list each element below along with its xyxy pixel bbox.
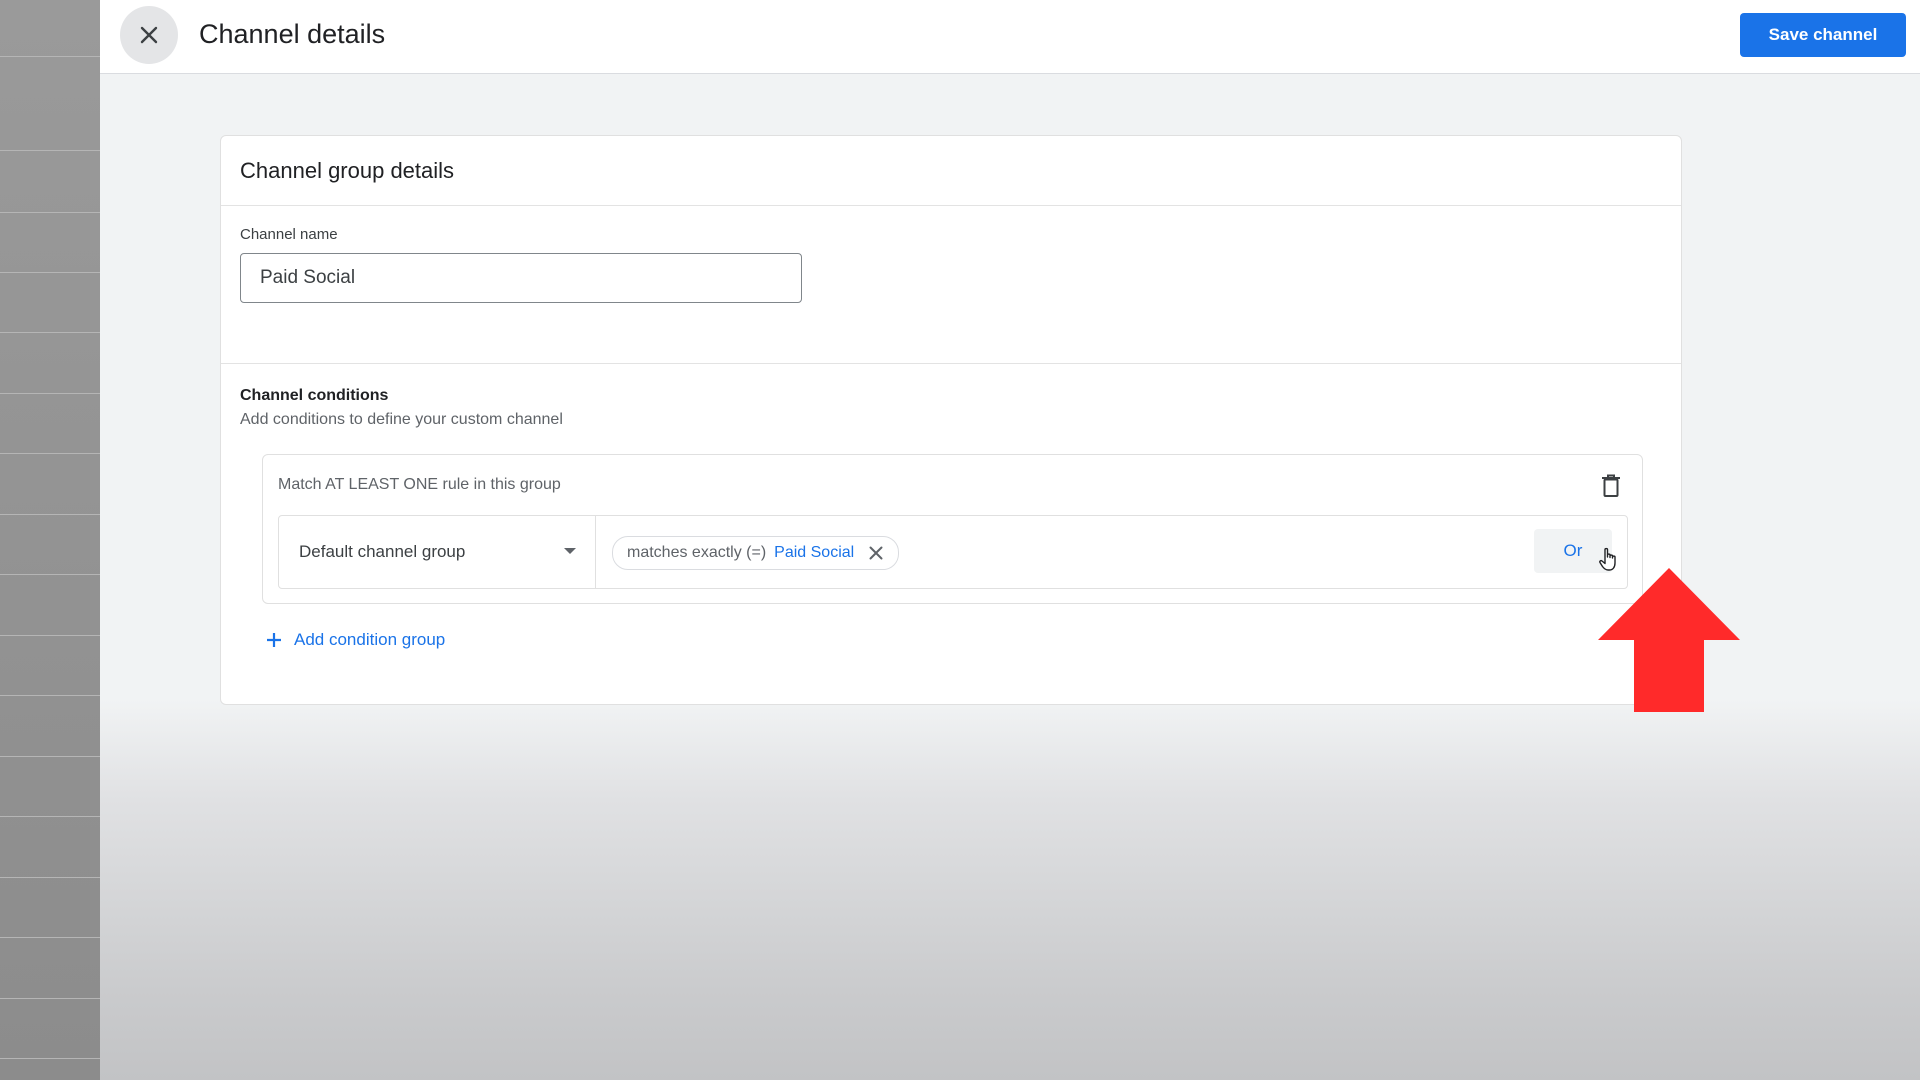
close-icon [869, 546, 883, 560]
background-sidebar [0, 0, 101, 1080]
delete-group-button[interactable] [1594, 469, 1628, 503]
annotation-arrow [1598, 568, 1740, 712]
card-title: Channel group details [240, 158, 455, 183]
channel-name-label: Channel name [240, 226, 338, 243]
trash-icon [1602, 474, 1620, 497]
section-divider [221, 363, 1681, 364]
condition-rule-row: Default channel group matches exactly (=… [278, 515, 1628, 589]
channel-conditions-title: Channel conditions [240, 387, 389, 404]
channel-group-details-card: Channel group details Channel name Chann… [220, 135, 1682, 705]
save-channel-button[interactable]: Save channel [1740, 13, 1906, 57]
plus-icon [267, 633, 281, 647]
add-condition-group-button[interactable]: Add condition group [266, 630, 445, 650]
page-title: Channel details [199, 19, 386, 49]
condition-value: Paid Social [774, 544, 855, 561]
close-icon [140, 26, 158, 44]
condition-operator: matches exactly (=) [627, 544, 767, 561]
remove-condition-button[interactable] [866, 543, 886, 563]
channel-details-panel: Channel details Save channel Channel gro… [100, 0, 1920, 1080]
add-condition-group-label: Add condition group [294, 630, 446, 649]
condition-group: Match AT LEAST ONE rule in this group De… [262, 454, 1643, 604]
dimension-select[interactable]: Default channel group [279, 516, 596, 588]
channel-name-input[interactable] [240, 253, 802, 303]
channel-conditions-subtitle: Add conditions to define your custom cha… [240, 411, 563, 428]
panel-header: Channel details Save channel [100, 0, 1920, 74]
card-header: Channel group details [221, 136, 1681, 206]
dropdown-caret-icon [564, 548, 576, 554]
condition-chip[interactable]: matches exactly (=) Paid Social [612, 536, 900, 570]
close-button[interactable] [120, 6, 178, 64]
condition-group-label: Match AT LEAST ONE rule in this group [278, 476, 561, 493]
dimension-select-value: Default channel group [299, 542, 466, 561]
